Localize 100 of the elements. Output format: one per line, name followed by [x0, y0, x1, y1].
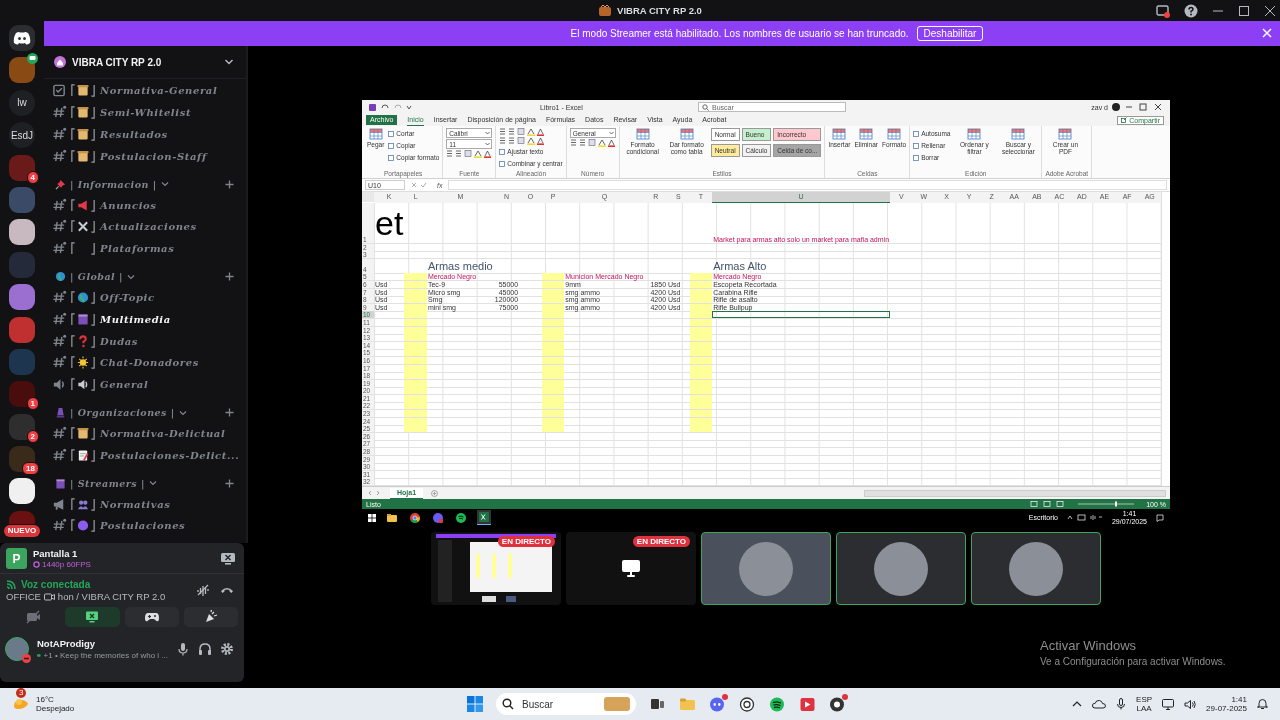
ring-icon[interactable] — [739, 695, 756, 713]
highlighted-cell[interactable] — [541, 349, 565, 357]
channel-item[interactable]: Postulaciones — [44, 514, 246, 537]
taskbar-app[interactable] — [477, 510, 491, 525]
notification-icon[interactable] — [1156, 513, 1164, 522]
formula-input[interactable] — [448, 180, 1167, 190]
plus-icon[interactable] — [225, 478, 234, 488]
server-icon[interactable] — [9, 57, 35, 84]
zoom-slider-icon[interactable] — [1076, 501, 1137, 507]
stop-stream-icon[interactable] — [220, 551, 236, 566]
horizontal-scrollbar[interactable] — [864, 489, 1166, 497]
server-icon[interactable] — [9, 219, 35, 246]
highlighted-cell[interactable] — [404, 326, 427, 334]
disconnect-icon[interactable] — [220, 585, 234, 595]
highlighted-cell[interactable] — [404, 356, 427, 364]
highlighted-cell[interactable] — [404, 341, 427, 349]
microphone-icon[interactable] — [1116, 698, 1127, 710]
highlighted-cell[interactable] — [689, 364, 713, 372]
highlighted-cell[interactable] — [541, 273, 565, 281]
highlighted-cell[interactable] — [404, 296, 427, 304]
highlighted-cell[interactable] — [541, 356, 565, 364]
channel-item[interactable]: Normativa-Delictual — [44, 422, 246, 445]
highlighted-cell[interactable] — [404, 318, 427, 326]
channel-item[interactable]: Actualizaciones — [44, 216, 246, 238]
voice-channel-name[interactable]: OFFICE — [6, 591, 41, 602]
chevron-up-icon[interactable] — [1072, 700, 1083, 708]
plus-icon[interactable] — [225, 179, 234, 189]
server-name[interactable]: VIBRA CITY RP 2.0 — [72, 56, 162, 68]
voice-server-path[interactable]: hon / VIBRA CITY RP 2.0 — [57, 591, 166, 602]
home-button[interactable] — [9, 25, 35, 51]
server-button[interactable]: EsdJ — [9, 122, 35, 149]
highlighted-cell[interactable] — [541, 387, 565, 395]
monitor-icon[interactable] — [1162, 698, 1175, 710]
search-field[interactable]: Buscar — [496, 693, 636, 715]
highlighted-cell[interactable] — [541, 394, 565, 402]
stream-tile[interactable]: EN DIRECTO — [566, 532, 696, 605]
maximize-icon[interactable] — [1238, 5, 1250, 17]
select-all-corner[interactable] — [362, 192, 374, 202]
highlighted-cell[interactable] — [689, 387, 713, 395]
category-name[interactable]: | Organizaciones | — [70, 407, 175, 419]
add-sheet-icon[interactable] — [431, 489, 439, 497]
highlighted-cell[interactable] — [541, 296, 565, 304]
disable-button[interactable]: Deshabilitar — [916, 26, 984, 41]
highlighted-cell[interactable] — [689, 417, 713, 425]
highlighted-cell[interactable] — [404, 334, 427, 342]
headphones-icon[interactable] — [198, 642, 212, 656]
channel-item[interactable]: Chat-Donadores — [44, 351, 246, 374]
chevron-down-icon[interactable] — [160, 181, 169, 188]
highlighted-cell[interactable] — [541, 364, 565, 372]
highlighted-cell[interactable] — [689, 334, 713, 342]
highlighted-cell[interactable] — [404, 387, 427, 395]
category-name[interactable]: | Informacion | — [70, 178, 157, 190]
channel-item[interactable]: Postulaciones-Delict... — [44, 444, 246, 467]
highlighted-cell[interactable] — [404, 425, 427, 433]
view-buttons-icon[interactable] — [1030, 501, 1067, 507]
cloud-icon[interactable] — [1092, 699, 1107, 709]
highlighted-cell[interactable] — [541, 341, 565, 349]
highlighted-cell[interactable] — [404, 417, 427, 425]
start-grid-icon[interactable] — [467, 696, 483, 712]
start-grid-icon[interactable] — [368, 513, 376, 522]
highlighted-cell[interactable] — [404, 280, 427, 288]
highlighted-cell[interactable] — [689, 379, 713, 387]
highlighted-cell[interactable] — [541, 303, 565, 311]
highlighted-cell[interactable] — [404, 394, 427, 402]
server-icon[interactable] — [9, 413, 35, 440]
highlighted-cell[interactable] — [541, 372, 565, 380]
channel-item[interactable]: Postulacion-Staff — [44, 145, 246, 168]
highlighted-cell[interactable] — [404, 364, 427, 372]
record-icon[interactable] — [829, 695, 846, 713]
highlighted-cell[interactable] — [689, 318, 713, 326]
highlighted-cell[interactable] — [541, 425, 565, 433]
inbox-icon[interactable] — [1156, 4, 1170, 18]
highlighted-cell[interactable] — [404, 311, 427, 319]
play-icon[interactable] — [799, 695, 816, 713]
plus-icon[interactable] — [225, 408, 234, 418]
server-button[interactable]: lw — [9, 89, 35, 116]
channel-item[interactable]: Normativa-General — [44, 80, 246, 102]
channel-item[interactable]: Resultados — [44, 123, 246, 146]
highlighted-cell[interactable] — [404, 410, 427, 418]
waves-circle-icon[interactable] — [769, 695, 786, 713]
language-indicator[interactable]: ESP LAA — [1136, 695, 1153, 713]
stream-tile[interactable] — [971, 532, 1101, 605]
server-icon[interactable] — [9, 446, 35, 473]
channel-item[interactable]: Anuncios — [44, 194, 246, 216]
highlighted-cell[interactable] — [404, 288, 427, 296]
channel-item[interactable]: Off-Topic — [44, 286, 246, 309]
chevron-down-icon[interactable] — [178, 409, 187, 416]
channel-item[interactable]: Dudas — [44, 330, 246, 352]
highlighted-cell[interactable] — [404, 303, 427, 311]
highlighted-cell[interactable] — [541, 318, 565, 326]
highlighted-cell[interactable] — [689, 296, 713, 304]
sheet-nav-arrows-icon[interactable] — [366, 490, 382, 496]
highlighted-cell[interactable] — [689, 311, 713, 319]
channel-item[interactable]: General — [44, 373, 246, 396]
noise-suppression-icon[interactable] — [196, 583, 210, 597]
plus-icon[interactable] — [225, 272, 234, 282]
highlighted-cell[interactable] — [541, 379, 565, 387]
highlighted-cell[interactable] — [689, 326, 713, 334]
highlighted-cell[interactable] — [689, 394, 713, 402]
highlighted-cell[interactable] — [404, 379, 427, 387]
